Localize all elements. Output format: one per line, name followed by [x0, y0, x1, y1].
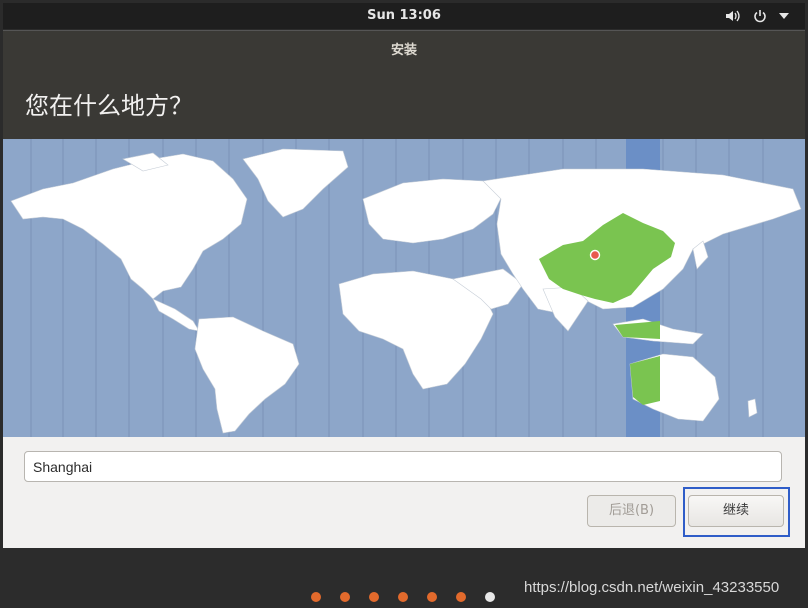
top-panel: Sun 13:06: [3, 3, 805, 29]
location-input[interactable]: [24, 451, 782, 482]
selected-band-australia: [630, 356, 660, 405]
progress-dot: [427, 592, 437, 602]
progress-footer: https://blog.csdn.net/weixin_43233550: [0, 548, 808, 608]
progress-dot: [340, 592, 350, 602]
progress-dot: [369, 592, 379, 602]
progress-dot-current: [485, 592, 495, 602]
power-icon[interactable]: [753, 9, 767, 27]
installer-window: 安装 您在什么地方？ Shanghai 后退(B) 继续: [3, 30, 805, 548]
timezone-map[interactable]: [3, 139, 805, 437]
progress-dot: [456, 592, 466, 602]
location-marker: [589, 249, 601, 261]
clock[interactable]: Sun 13:06: [3, 8, 805, 23]
screen-frame: Sun 13:06 安装 您在什么地方？ Shanghai 后退(B) 继续 h…: [0, 0, 808, 608]
page-header: 您在什么地方？: [3, 61, 805, 139]
watermark: https://blog.csdn.net/weixin_43233550: [524, 579, 780, 596]
window-titlebar[interactable]: 安装: [3, 30, 805, 61]
window-title: 安装: [390, 43, 417, 58]
world-map-graphic[interactable]: [3, 139, 805, 437]
back-button[interactable]: 后退(B): [587, 495, 676, 527]
progress-dot: [398, 592, 408, 602]
dropdown-arrow-icon[interactable]: [779, 11, 789, 22]
progress-dot: [311, 592, 321, 602]
volume-icon[interactable]: [725, 9, 741, 27]
focus-highlight-box: [683, 487, 790, 537]
page-title: 您在什么地方？: [25, 92, 193, 120]
